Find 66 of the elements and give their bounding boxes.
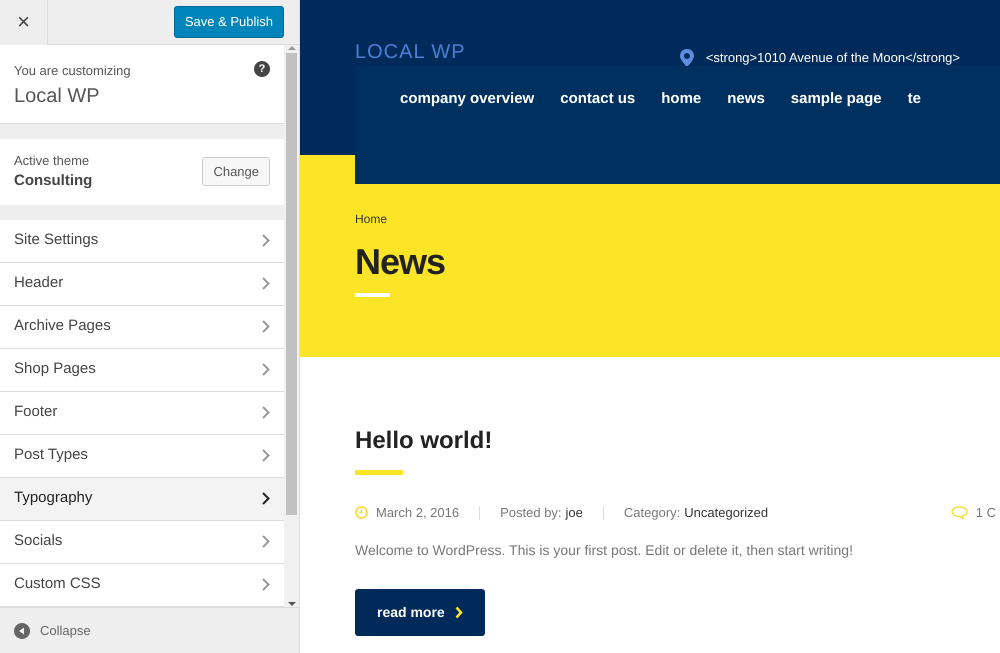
chevron-icon — [262, 535, 270, 548]
menu-label: Shop Pages — [14, 359, 96, 380]
scroll-up-icon — [288, 45, 296, 51]
chevron-icon — [262, 492, 270, 505]
category-label: Category: — [624, 504, 680, 522]
menu-label: Custom CSS — [14, 574, 101, 594]
nav-link[interactable]: news — [727, 88, 765, 184]
menu-label: Post Types — [14, 445, 88, 466]
nav-link[interactable]: contact us — [560, 88, 636, 184]
menu-item[interactable]: Archive Pages — [0, 306, 284, 348]
menu-item[interactable]: Socials — [0, 520, 284, 564]
menu-label: Socials — [14, 531, 62, 552]
menu-item[interactable]: Typography — [0, 478, 284, 520]
menu-item[interactable]: Post Types — [0, 434, 284, 478]
collapse-button[interactable]: Collapse — [0, 607, 299, 653]
publish-button[interactable]: Save & Publish — [174, 6, 284, 38]
chevron-icon — [262, 578, 270, 591]
clock-icon — [355, 506, 368, 520]
scroll-thumb[interactable] — [286, 53, 297, 515]
chevron-icon — [262, 277, 270, 290]
author-label: Posted by: — [500, 504, 562, 522]
scrollbar[interactable] — [284, 45, 299, 607]
breadcrumb-link[interactable]: Home — [355, 210, 1000, 228]
chevron-icon — [262, 320, 270, 333]
title-underline — [355, 293, 390, 298]
nav-link[interactable]: company overview — [400, 88, 534, 184]
address-text: <strong>1010 Avenue of the Moon</strong> — [706, 49, 960, 66]
post-excerpt: Welcome to WordPress. This is your first post. Edit or delete it, then start writing! — [355, 541, 854, 560]
scroll-down-icon — [288, 601, 296, 607]
author-link[interactable]: joe — [566, 502, 583, 522]
post-title[interactable]: Hello world! — [355, 427, 1000, 456]
collapse-label: Collapse — [40, 622, 91, 640]
post-date: March 2, 2016 — [376, 504, 460, 522]
site-title[interactable]: LOCAL WP — [355, 42, 466, 62]
chevron-icon — [262, 234, 270, 247]
customizing-label: You are customizing — [14, 62, 132, 80]
menu-label: Typography — [14, 488, 92, 508]
category-link[interactable]: Uncategorized — [684, 502, 768, 522]
theme-name: Consulting — [14, 171, 92, 191]
close-button[interactable]: × — [0, 0, 48, 44]
menu-label: Site Settings — [14, 230, 98, 250]
menu-label: Footer — [14, 402, 58, 422]
chevron-icon — [454, 606, 463, 620]
chevron-icon — [262, 363, 270, 376]
help-icon[interactable]: ? — [254, 61, 270, 77]
menu-label: Archive Pages — [14, 316, 111, 336]
page-title: News — [355, 240, 446, 284]
comment-count[interactable]: 1 C — [976, 502, 996, 522]
chevron-icon — [262, 406, 270, 419]
change-button[interactable]: Change — [202, 156, 270, 186]
nav-link[interactable]: te — [908, 88, 921, 184]
comment-icon — [950, 506, 968, 520]
site-name: Local WP — [14, 84, 101, 108]
menu-label: Header — [14, 273, 64, 294]
read-more-button[interactable]: read more — [355, 589, 485, 636]
menu-item[interactable]: Header — [0, 262, 284, 306]
collapse-icon — [14, 622, 30, 638]
menu-item[interactable]: Site Settings — [0, 220, 284, 262]
theme-label: Active theme — [14, 152, 90, 170]
title-underline — [355, 470, 403, 475]
nav-link[interactable]: home — [661, 88, 702, 184]
menu-item[interactable]: Custom CSS — [0, 564, 284, 606]
chevron-icon — [262, 449, 270, 462]
menu-item[interactable]: Footer — [0, 392, 284, 434]
menu-item[interactable]: Shop Pages — [0, 348, 284, 392]
nav-link[interactable]: sample page — [790, 88, 882, 184]
